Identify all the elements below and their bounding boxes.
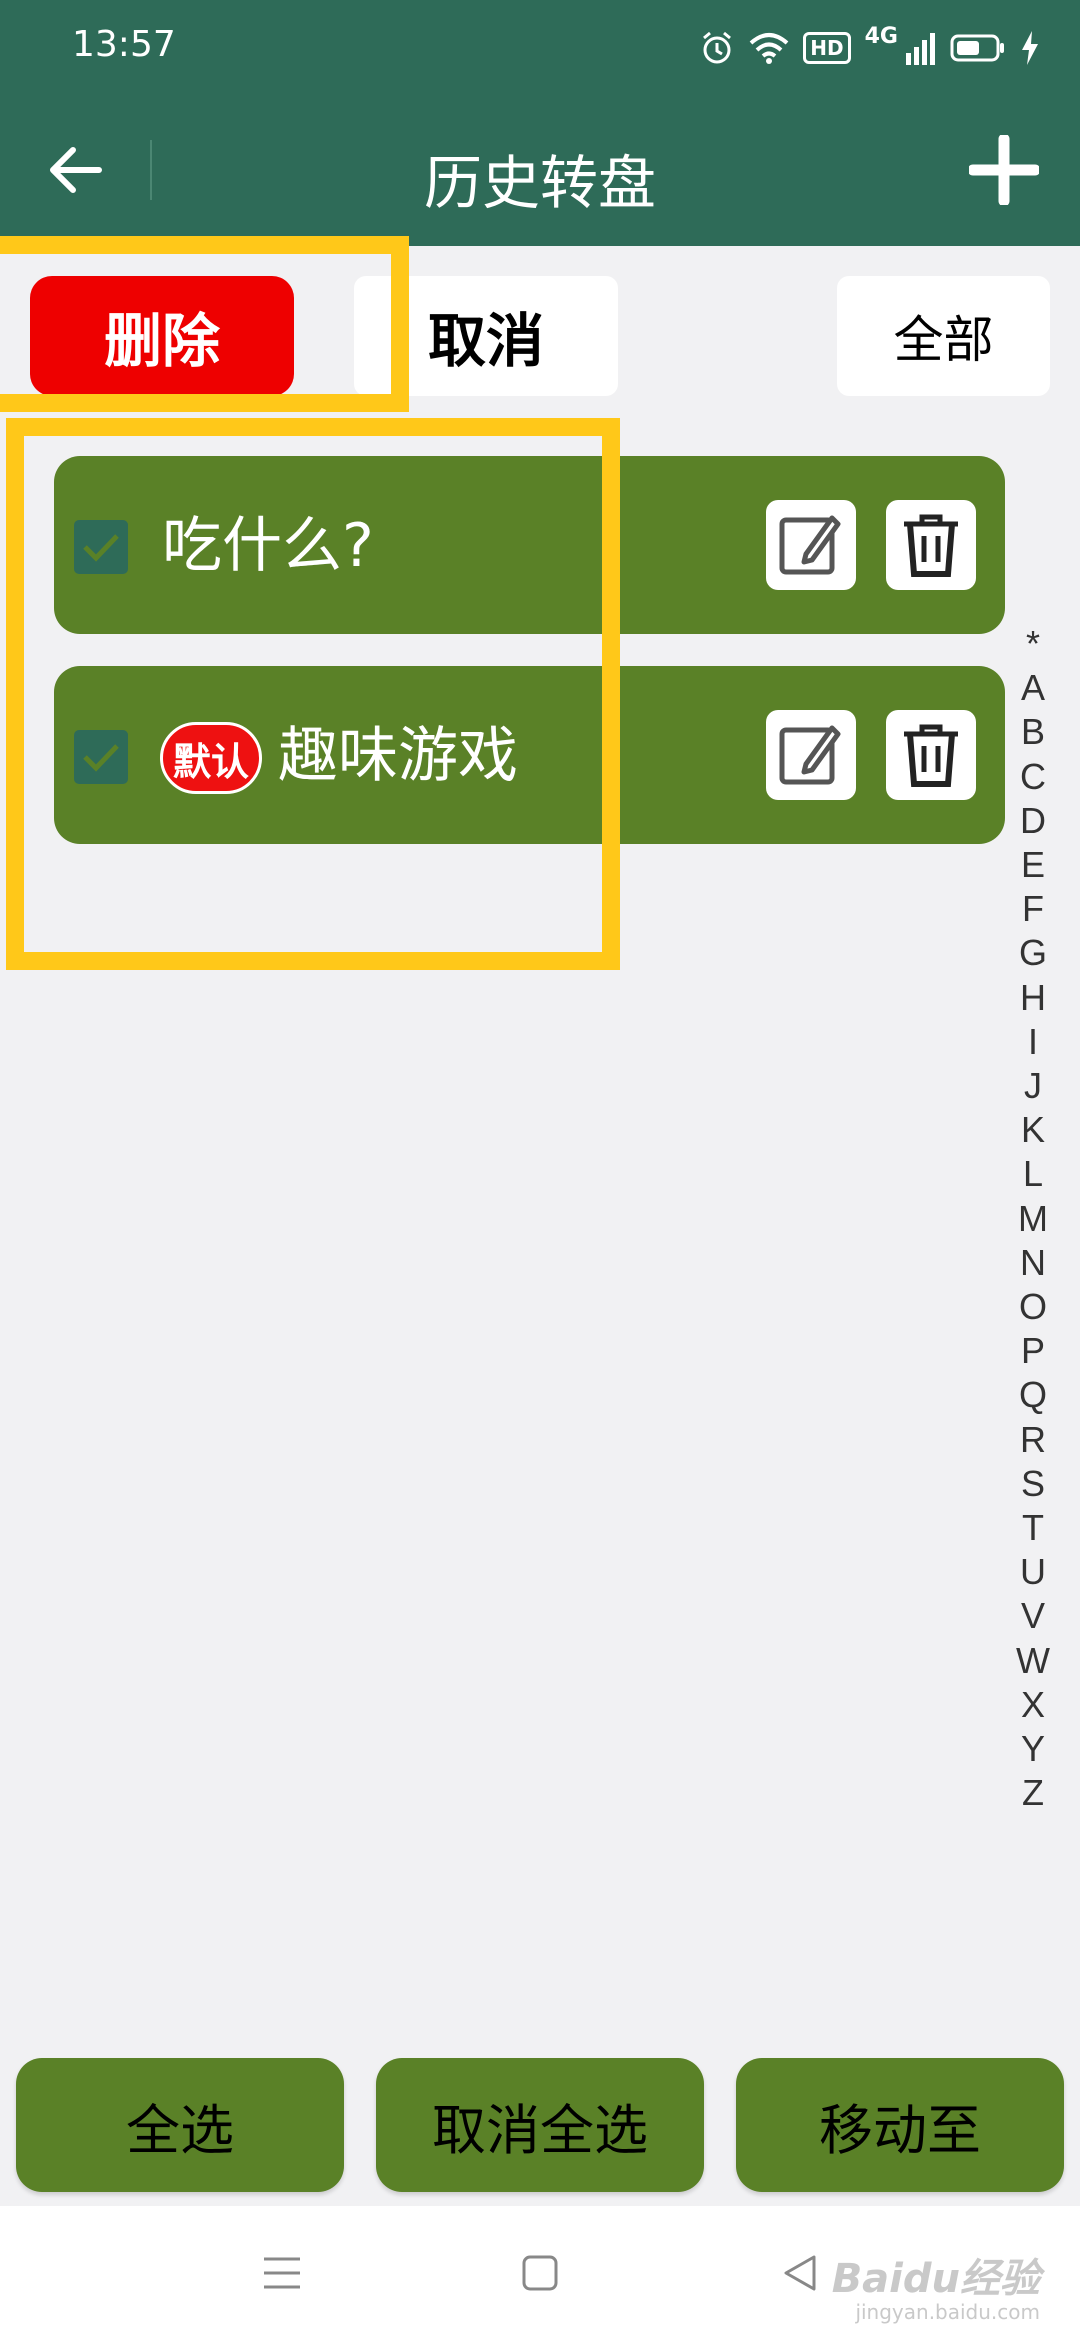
alphabet-letter[interactable]: U (1020, 1550, 1046, 1594)
app-bar: 13:57 HD 4G 历史转盘 (0, 0, 1080, 246)
trash-icon (904, 724, 958, 787)
alphabet-letter[interactable]: Z (1022, 1771, 1044, 1815)
hd-icon: HD (803, 32, 851, 64)
edit-button[interactable] (766, 500, 856, 590)
system-nav-bar: Baidu经验 jingyan.baidu.com (0, 2206, 1080, 2340)
alphabet-letter[interactable]: F (1022, 887, 1044, 931)
alphabet-letter[interactable]: K (1021, 1108, 1045, 1152)
check-icon (83, 534, 119, 562)
item-checkbox[interactable] (74, 730, 128, 784)
alphabet-letter[interactable]: * (1026, 622, 1040, 666)
alphabet-letter[interactable]: E (1021, 843, 1045, 887)
item-label: 趣味游戏 (278, 721, 518, 791)
move-to-button[interactable]: 移动至 (736, 2058, 1064, 2192)
edit-icon (779, 725, 841, 785)
nav-back-button[interactable] (770, 2206, 830, 2340)
delete-button[interactable]: 删除 (30, 276, 294, 396)
signal-icon (906, 31, 936, 65)
status-icons: HD 4G (699, 26, 1040, 70)
edit-button[interactable] (766, 710, 856, 800)
watermark: Baidu经验 (831, 2256, 1040, 2302)
alphabet-letter[interactable]: S (1021, 1462, 1045, 1506)
wifi-icon (749, 31, 789, 65)
alphabet-letter[interactable]: L (1023, 1152, 1043, 1196)
trash-button[interactable] (886, 710, 976, 800)
alphabet-letter[interactable]: G (1019, 931, 1047, 975)
alphabet-letter[interactable]: C (1020, 755, 1046, 799)
item-checkbox[interactable] (74, 520, 128, 574)
home-square-icon (522, 2255, 558, 2291)
alphabet-letter[interactable]: R (1020, 1418, 1046, 1462)
alphabet-letter[interactable]: X (1021, 1683, 1045, 1727)
all-filter-button[interactable]: 全部 (837, 276, 1050, 396)
list-item[interactable]: 吃什么? (54, 456, 1005, 634)
item-label: 吃什么? (162, 511, 374, 581)
battery-icon (950, 33, 1006, 63)
alphabet-letter[interactable]: V (1021, 1594, 1045, 1638)
select-all-button[interactable]: 全选 (16, 2058, 344, 2192)
edit-icon (779, 515, 841, 575)
alphabet-letter[interactable]: A (1021, 666, 1045, 710)
alphabet-letter[interactable]: O (1019, 1285, 1047, 1329)
network-type: 4G (864, 24, 898, 49)
alphabet-letter[interactable]: Q (1019, 1373, 1047, 1417)
alphabet-letter[interactable]: D (1020, 799, 1046, 843)
check-icon (83, 744, 119, 772)
alphabet-letter[interactable]: B (1021, 710, 1045, 754)
alphabet-letter[interactable]: Y (1021, 1727, 1045, 1771)
list-item[interactable]: 默认 趣味游戏 (54, 666, 1005, 844)
nav-home-button[interactable] (510, 2206, 570, 2340)
plus-icon (969, 135, 1039, 205)
charging-icon (1020, 31, 1040, 65)
nav-menu-button[interactable] (252, 2206, 312, 2340)
alphabet-index[interactable]: * A B C D E F G H I J K L M N O P Q R S T U V W X Y Z (1006, 622, 1060, 1815)
alphabet-letter[interactable]: N (1020, 1241, 1046, 1285)
watermark-url: jingyan.baidu.com (855, 2300, 1040, 2324)
deselect-all-button[interactable]: 取消全选 (376, 2058, 704, 2192)
trash-button[interactable] (886, 500, 976, 590)
alphabet-letter[interactable]: J (1024, 1064, 1042, 1108)
alphabet-letter[interactable]: W (1016, 1639, 1050, 1683)
trash-icon (904, 514, 958, 577)
status-time: 13:57 (72, 24, 176, 65)
alarm-icon (699, 30, 735, 66)
alphabet-letter[interactable]: T (1022, 1506, 1044, 1550)
alphabet-letter[interactable]: M (1018, 1197, 1048, 1241)
add-button[interactable] (964, 130, 1044, 210)
alphabet-letter[interactable]: H (1020, 976, 1046, 1020)
alphabet-letter[interactable]: I (1028, 1020, 1038, 1064)
alphabet-letter[interactable]: P (1021, 1329, 1045, 1373)
cancel-button[interactable]: 取消 (354, 276, 618, 396)
page-title: 历史转盘 (423, 149, 656, 217)
menu-icon (264, 2257, 300, 2289)
back-triangle-icon (784, 2255, 816, 2291)
default-badge: 默认 (160, 722, 262, 794)
